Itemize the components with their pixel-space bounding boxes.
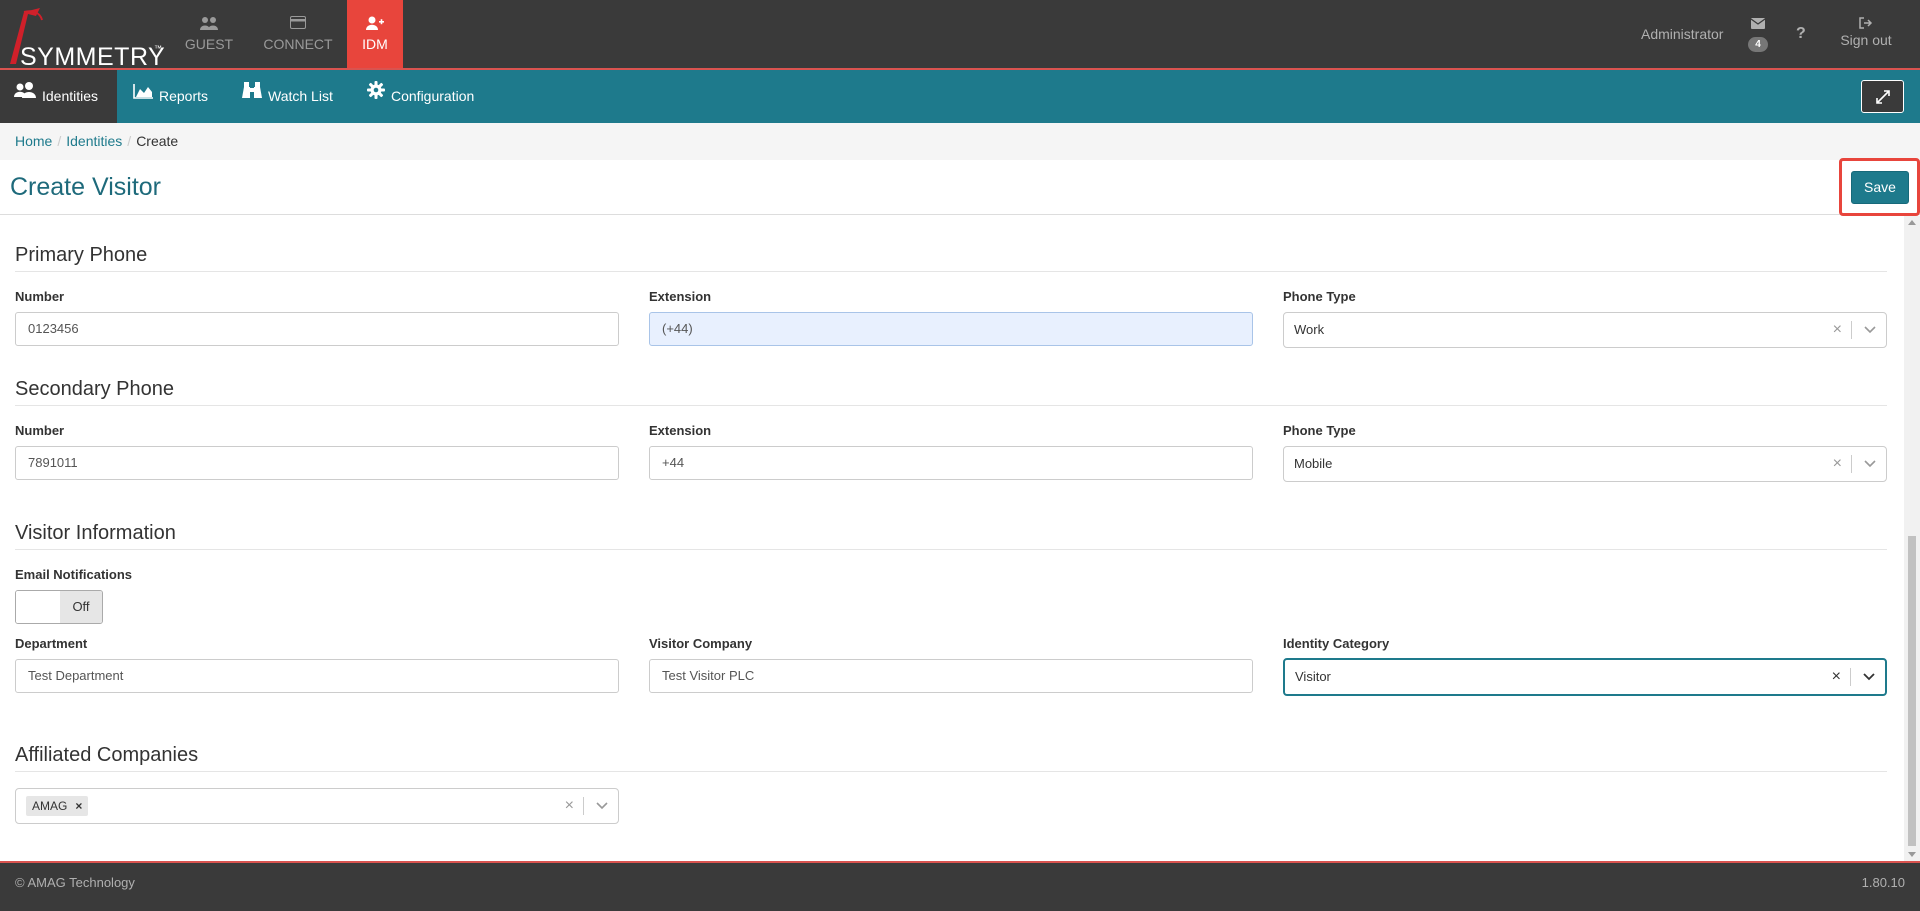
clear-icon[interactable]: × [1832, 660, 1841, 694]
secondary-number-input[interactable]: 7891011 [15, 446, 619, 480]
select-divider [1850, 668, 1851, 686]
identity-category-label: Identity Category [1283, 636, 1390, 651]
affiliated-companies-select[interactable]: AMAG × × [15, 788, 619, 824]
nav-label: Identities [42, 88, 99, 104]
select-value: Visitor [1295, 669, 1331, 684]
breadcrumb-identities[interactable]: Identities [66, 133, 122, 149]
nav-configuration[interactable]: Configuration [353, 70, 488, 123]
breadcrumb: Home / Identities / Create [0, 123, 1920, 160]
content-scrollbar[interactable] [1904, 216, 1920, 861]
brand-tm: ™ [154, 44, 162, 53]
primary-number-input[interactable]: 0123456 [15, 312, 619, 346]
nav-reports[interactable]: Reports [119, 70, 222, 123]
secondary-number-label: Number [15, 423, 65, 438]
identity-category-select[interactable]: Visitor × [1283, 658, 1887, 696]
binoculars-icon [242, 68, 262, 121]
users-icon [171, 16, 247, 34]
chevron-down-icon[interactable] [1864, 460, 1876, 468]
page-header: Create Visitor [0, 160, 1920, 215]
breadcrumb-separator: / [127, 133, 132, 149]
sign-out-icon [1859, 17, 1873, 29]
footer: © AMAG Technology 1.80.10 [0, 861, 1920, 911]
copyright: © AMAG Technology [15, 875, 135, 890]
breadcrumb-home[interactable]: Home [15, 133, 52, 149]
help-icon[interactable]: ? [1796, 25, 1806, 43]
secondary-extension-input[interactable]: +44 [649, 446, 1253, 480]
visitor-company-label: Visitor Company [649, 636, 753, 651]
toggle-knob [16, 591, 61, 623]
chevron-down-icon[interactable] [596, 802, 608, 810]
sign-out-label: Sign out [1840, 32, 1892, 48]
card-icon [258, 16, 338, 34]
nav-label: Watch List [268, 88, 333, 104]
email-notifications-label: Email Notifications [15, 567, 133, 582]
version: 1.80.10 [1861, 875, 1905, 890]
primary-extension-label: Extension [649, 289, 712, 304]
select-value: Work [1294, 322, 1325, 337]
select-divider [1851, 455, 1852, 473]
secondary-phone-type-select[interactable]: Mobile × [1283, 446, 1887, 482]
top-bar: SYMMETRY ™ GUEST CONNECT IDM Administrat… [0, 0, 1920, 71]
primary-extension-input[interactable]: (+44) [649, 312, 1253, 346]
breadcrumb-separator: / [57, 133, 62, 149]
message-count-badge: 4 [1748, 37, 1768, 52]
primary-number-label: Number [15, 289, 65, 304]
nav-label: Reports [159, 88, 209, 104]
page-title: Create Visitor [10, 173, 161, 201]
app-tab-label: GUEST [184, 36, 234, 52]
remove-tag-icon[interactable]: × [75, 799, 82, 813]
form-content: Primary Phone Number 0123456 Extension (… [0, 216, 1904, 861]
clear-icon[interactable]: × [565, 789, 574, 823]
nav-label: Configuration [391, 88, 475, 104]
nav-identities[interactable]: Identities [0, 70, 117, 123]
main-nav: Identities Reports Watch List Configurat… [0, 70, 1920, 123]
app-tab-label: CONNECT [263, 36, 333, 52]
department-input[interactable]: Test Department [15, 659, 619, 693]
envelope-icon [1750, 18, 1766, 29]
clear-icon[interactable]: × [1833, 313, 1842, 347]
secondary-extension-label: Extension [649, 423, 712, 438]
area-chart-icon [133, 68, 153, 121]
messages-button[interactable]: 4 [1748, 16, 1768, 52]
users-icon [14, 68, 36, 121]
department-label: Department [15, 636, 88, 651]
toggle-state-label: Off [60, 591, 102, 623]
scroll-thumb[interactable] [1908, 536, 1916, 846]
app-tab-label: IDM [362, 36, 388, 52]
select-value: Mobile [1294, 456, 1333, 471]
fullscreen-button[interactable] [1861, 80, 1904, 113]
select-divider [583, 797, 584, 815]
select-divider [1851, 321, 1852, 339]
section-title-primary-phone: Primary Phone [15, 244, 1887, 272]
company-tag: AMAG × [26, 796, 89, 816]
breadcrumb-current: Create [136, 133, 179, 149]
chevron-down-icon[interactable] [1864, 326, 1876, 334]
secondary-phone-type-label: Phone Type [1283, 423, 1356, 438]
app-tab-idm[interactable]: IDM [347, 0, 403, 68]
chevron-down-icon[interactable] [1863, 673, 1875, 681]
section-title-visitor-information: Visitor Information [15, 522, 1887, 550]
tag-label: AMAG [32, 799, 68, 813]
primary-phone-type-label: Phone Type [1283, 289, 1356, 304]
scroll-up-arrow-icon[interactable] [1908, 220, 1916, 225]
email-notifications-toggle[interactable]: Off [15, 590, 103, 624]
save-button[interactable]: Save [1851, 171, 1909, 204]
add-user-icon [347, 16, 403, 34]
sign-out-button[interactable]: Sign out [1836, 16, 1896, 48]
expand-icon [1876, 90, 1890, 104]
section-title-secondary-phone: Secondary Phone [15, 378, 1887, 406]
clear-icon[interactable]: × [1833, 447, 1842, 481]
symmetry-logo[interactable]: SYMMETRY ™ [6, 6, 166, 71]
app-tab-connect[interactable]: CONNECT [258, 0, 338, 68]
app-tab-guest[interactable]: GUEST [171, 0, 247, 68]
gear-icon [367, 68, 385, 121]
nav-watch-list[interactable]: Watch List [228, 70, 347, 123]
user-name[interactable]: Administrator [1641, 26, 1723, 42]
scroll-down-arrow-icon[interactable] [1908, 852, 1916, 857]
visitor-company-input[interactable]: Test Visitor PLC [649, 659, 1253, 693]
section-title-affiliated-companies: Affiliated Companies [15, 744, 1887, 772]
primary-phone-type-select[interactable]: Work × [1283, 312, 1887, 348]
